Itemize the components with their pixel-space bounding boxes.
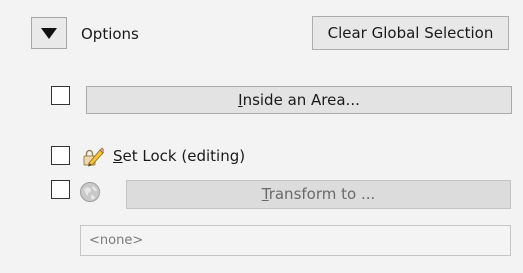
set-lock-mnemonic: S	[113, 147, 123, 165]
options-label: Options	[81, 25, 139, 43]
set-lock-label-text: et Lock (editing)	[122, 147, 246, 165]
inside-area-label: nside an Area...	[242, 91, 360, 109]
transform-label: ransform to ...	[268, 185, 376, 203]
inside-area-button[interactable]: Inside an Area...	[86, 86, 512, 114]
transform-to-button: Transform to ...	[126, 180, 511, 209]
pencil-lock-icon	[83, 147, 104, 167]
transform-checkbox[interactable]	[51, 180, 70, 199]
options-collapse-toggle[interactable]	[31, 17, 67, 49]
set-lock-label[interactable]: Set Lock (editing)	[113, 147, 245, 165]
globe-icon	[80, 182, 100, 202]
triangle-down-icon	[41, 28, 57, 39]
set-lock-checkbox[interactable]	[51, 146, 70, 165]
target-selection-field[interactable]: <none>	[80, 225, 511, 256]
clear-global-selection-button[interactable]: Clear Global Selection	[312, 16, 509, 50]
transform-mnemonic: T	[261, 185, 269, 203]
inside-area-checkbox[interactable]	[51, 86, 70, 105]
